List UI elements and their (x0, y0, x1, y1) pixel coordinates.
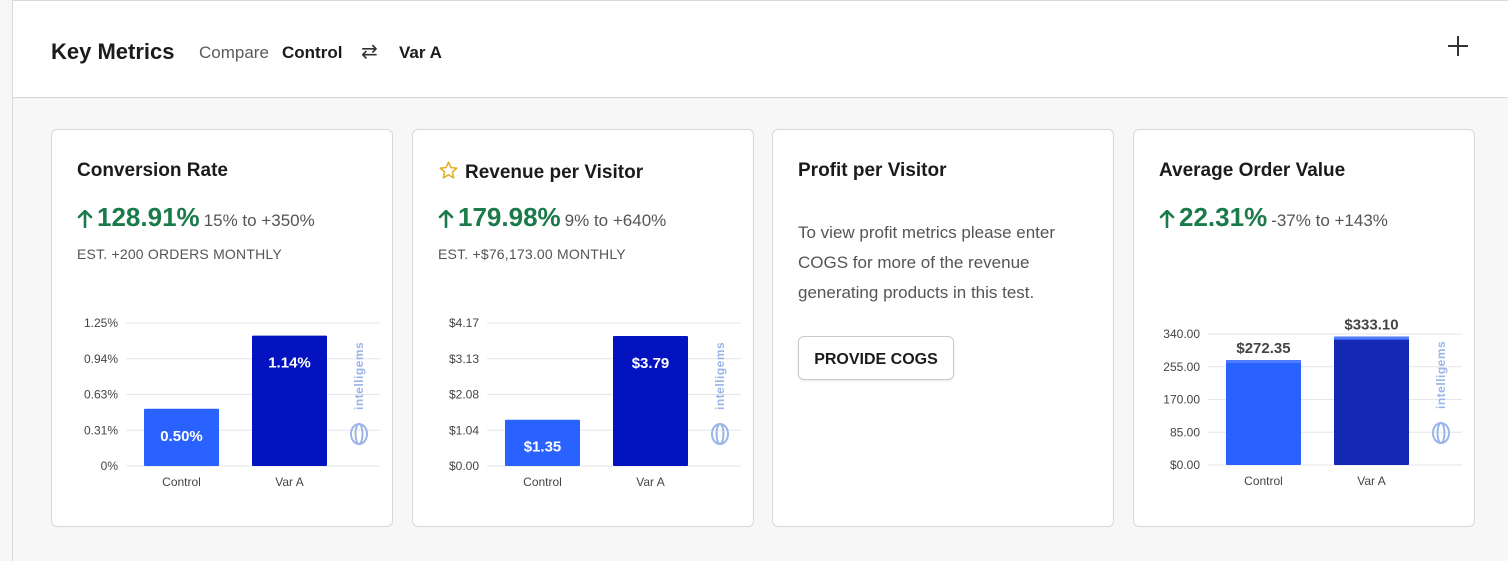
watermark-text: intelligems (352, 342, 366, 410)
data-label: $333.10 (1344, 317, 1398, 334)
intelligems-watermark: intelligems (352, 342, 366, 410)
compare-label: Compare (199, 43, 269, 62)
y-tick-label: $1.04 (449, 423, 479, 437)
panel-header: Key Metrics Compare Control ⇄ Var A (13, 1, 1508, 98)
y-tick-label: $0.00 (1170, 458, 1200, 472)
profit-per-visitor-card: Profit per Visitor To view profit metric… (772, 129, 1114, 527)
watermark-text: intelligems (1434, 341, 1448, 409)
y-tick-label: 340.00 (1163, 327, 1200, 341)
x-tick-label: Control (523, 475, 562, 489)
key-metrics-panel: Key Metrics Compare Control ⇄ Var A Conv… (12, 0, 1508, 561)
y-tick-label: $4.17 (449, 316, 479, 330)
watermark-text: intelligems (713, 342, 727, 410)
revenue-per-visitor-card: Revenue per Visitor 179.98% 9% to +640% E… (412, 129, 754, 527)
y-tick-label: 0.31% (84, 423, 118, 437)
y-tick-label: 1.25% (84, 316, 118, 330)
y-tick-label: 0% (101, 459, 119, 473)
intelligems-watermark: intelligems (713, 342, 727, 410)
y-tick-label: 255.00 (1163, 360, 1200, 374)
x-tick-label: Var A (275, 475, 303, 489)
panel-title: Key Metrics (51, 39, 175, 64)
y-tick-label: $0.00 (449, 459, 479, 473)
data-label: 1.14% (268, 355, 311, 372)
bar-control (1226, 360, 1301, 465)
y-tick-label: 0.94% (84, 352, 118, 366)
card-title: Profit per Visitor (798, 160, 947, 181)
x-tick-label: Var A (1357, 474, 1385, 488)
intelligems-logo-icon (711, 423, 729, 445)
data-label: $1.35 (524, 439, 562, 456)
compare-control-selector[interactable]: Control (282, 43, 342, 63)
conversion-rate-card: Conversion Rate 128.91% 15% to +350% EST.… (51, 129, 393, 527)
y-tick-label: 0.63% (84, 388, 118, 402)
profit-message: To view profit metrics please enter COGS… (798, 223, 1055, 302)
x-tick-label: Var A (636, 475, 664, 489)
swap-arrows-icon[interactable]: ⇄ (361, 39, 378, 64)
average-order-value-chart: $0.00 85.00 170.00 255.00 340.00 $272.35 Contr… (1163, 317, 1462, 488)
data-label: $272.35 (1236, 340, 1290, 357)
intelligems-logo-icon (350, 423, 368, 445)
revenue-per-visitor-chart: $0.00 $1.04 $2.08 $3.13 $4.17 $1.35 Control $3.… (449, 316, 741, 489)
y-tick-label: $2.08 (449, 388, 479, 402)
conversion-rate-chart: 0% 0.31% 0.63% 0.94% 1.25% 0.50% Control 1.14% V… (84, 316, 380, 489)
data-label: 0.50% (160, 428, 203, 445)
intelligems-logo-icon (1432, 422, 1450, 444)
bar-top-highlight (1226, 360, 1301, 364)
y-tick-label: $3.13 (449, 352, 479, 366)
y-tick-label: 170.00 (1163, 393, 1200, 407)
average-order-value-card: Average Order Value 22.31% -37% to +143% … (1133, 129, 1475, 527)
provide-cogs-button[interactable]: PROVIDE COGS (798, 336, 954, 380)
data-label: $3.79 (632, 355, 670, 372)
x-tick-label: Control (1244, 474, 1283, 488)
plus-icon[interactable] (1443, 31, 1473, 61)
intelligems-watermark: intelligems (1434, 341, 1448, 409)
bar-var-a (1334, 336, 1409, 465)
compare-variant-selector[interactable]: Var A (399, 43, 442, 63)
x-tick-label: Control (162, 475, 201, 489)
bar-top-highlight (1334, 336, 1409, 340)
y-tick-label: 85.00 (1170, 425, 1200, 439)
